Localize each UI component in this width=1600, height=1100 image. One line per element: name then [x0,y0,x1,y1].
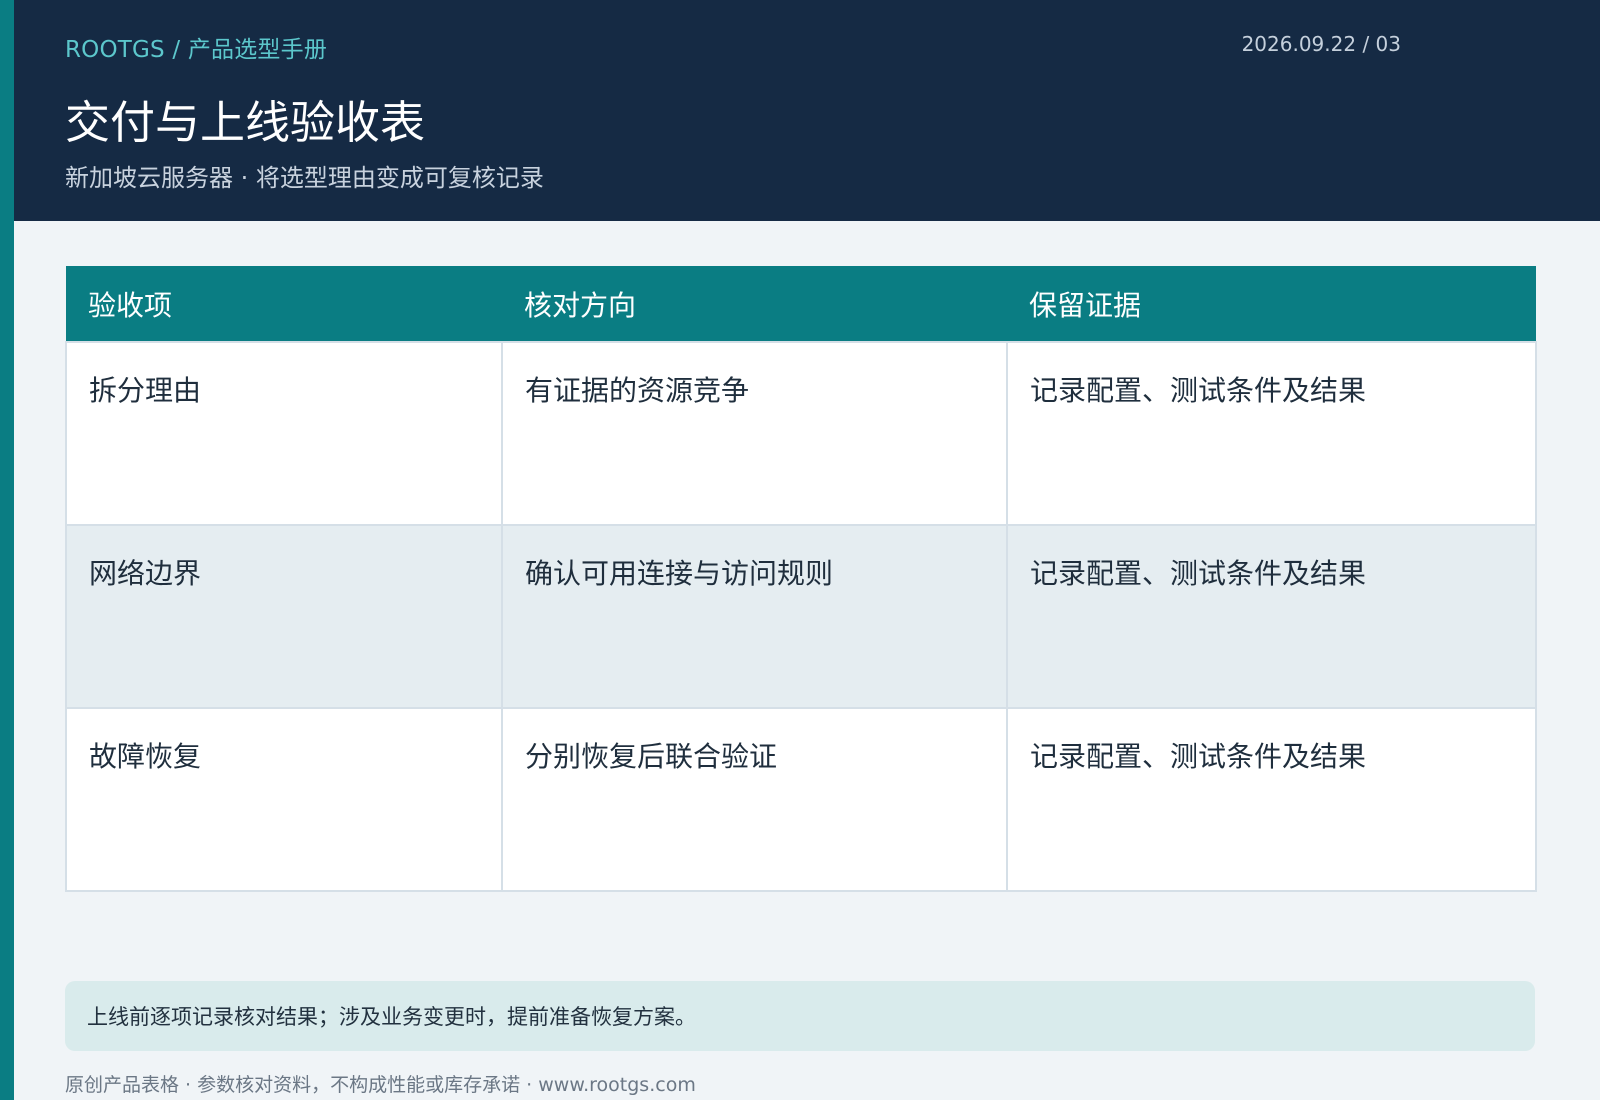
table-cell: 网络边界 [65,524,503,709]
acceptance-table: 验收项 核对方向 保留证据 拆分理由 有证据的资源竞争 记录配置、测试条件及结果… [65,266,1537,892]
table-cell: 确认可用连接与访问规则 [501,524,1008,709]
column-header-evidence: 保留证据 [1007,266,1536,342]
note-box: 上线前逐项记录核对结果；涉及业务变更时，提前准备恢复方案。 [65,981,1535,1051]
page-header: ROOTGS / 产品选型手册 2026.09.22 / 03 交付与上线验收表… [14,0,1600,221]
table-row: 网络边界 确认可用连接与访问规则 记录配置、测试条件及结果 [65,524,1537,709]
table-cell: 记录配置、测试条件及结果 [1006,524,1537,709]
page-subtitle: 新加坡云服务器 · 将选型理由变成可复核记录 [65,164,544,192]
table-cell: 记录配置、测试条件及结果 [1006,707,1537,892]
table-header-row: 验收项 核对方向 保留证据 [66,266,1536,342]
table-cell: 故障恢复 [65,707,503,892]
left-accent-bar [0,0,14,1100]
table-cell: 拆分理由 [65,341,503,526]
table-cell: 分别恢复后联合验证 [501,707,1008,892]
breadcrumb: ROOTGS / 产品选型手册 [65,37,328,63]
footer-text: 原创产品表格 · 参数核对资料，不构成性能或库存承诺 · www.rootgs.… [65,1074,696,1096]
column-header-item: 验收项 [66,266,502,342]
note-text: 上线前逐项记录核对结果；涉及业务变更时，提前准备恢复方案。 [87,1005,696,1029]
table-row: 拆分理由 有证据的资源竞争 记录配置、测试条件及结果 [65,341,1537,526]
date-page-label: 2026.09.22 / 03 [1241,32,1401,56]
page-title: 交付与上线验收表 [65,96,426,149]
column-header-direction: 核对方向 [502,266,1007,342]
table-row: 故障恢复 分别恢复后联合验证 记录配置、测试条件及结果 [65,707,1537,892]
table-cell: 有证据的资源竞争 [501,341,1008,526]
table-cell: 记录配置、测试条件及结果 [1006,341,1537,526]
